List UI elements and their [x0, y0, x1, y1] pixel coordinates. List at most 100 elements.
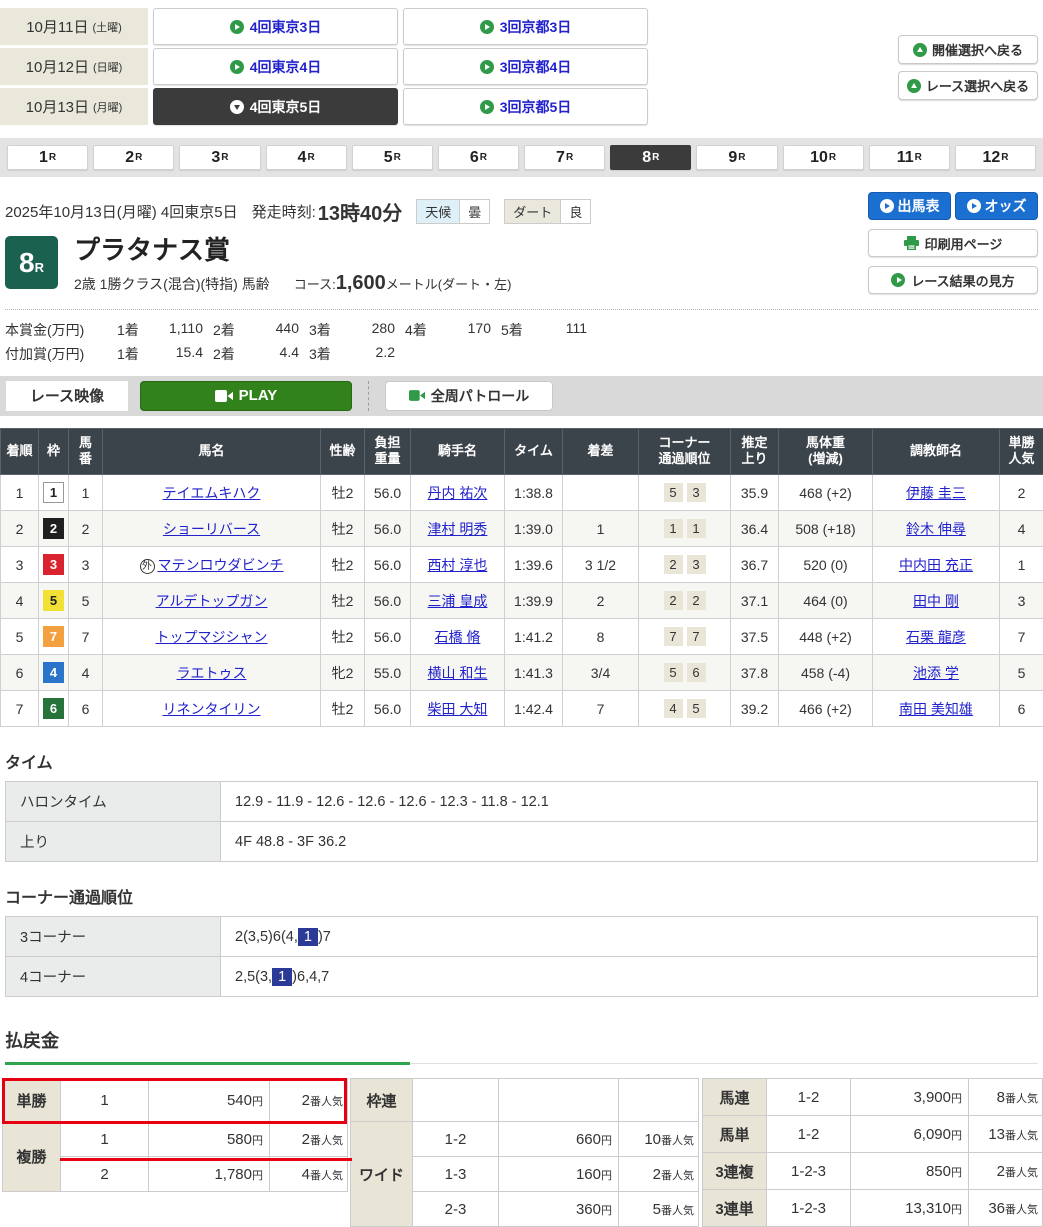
- fukusho-number: 2: [61, 1157, 149, 1192]
- place-label: 3着: [309, 344, 341, 364]
- trainer-link[interactable]: 田中 剛: [913, 593, 959, 609]
- jockey-link[interactable]: 横山 和生: [428, 665, 488, 681]
- wide-amount: 660: [576, 1131, 601, 1148]
- tab-suffix: R: [135, 152, 142, 163]
- meeting-button-kyoto4[interactable]: 3回京都4日: [403, 48, 648, 85]
- tab-suffix: R: [480, 152, 487, 163]
- tab-2r[interactable]: 2R: [93, 145, 174, 170]
- horse-name-link[interactable]: ラエトゥス: [177, 665, 247, 681]
- video-camera-icon: [409, 390, 425, 401]
- result-row-1: 1 1 1 テイエムキハク 牡2 56.0 丹内 祐次 1:38.8 53 35…: [1, 475, 1043, 511]
- umatan-popularity: 13: [988, 1126, 1005, 1143]
- odds-button[interactable]: オッズ: [955, 192, 1038, 220]
- tab-4r[interactable]: 4R: [266, 145, 347, 170]
- load-weight: 56.0: [365, 475, 411, 511]
- meeting-button-tokyo4[interactable]: 4回東京4日: [153, 48, 398, 85]
- body-weight: 520 (0): [779, 547, 873, 583]
- trainer-link[interactable]: 鈴木 伸尋: [906, 521, 966, 537]
- corner-order-text: )7: [318, 929, 331, 945]
- popularity-suffix: 番人気: [661, 1205, 694, 1217]
- result-row-2: 2 2 2 ショーリバース 牡2 56.0 津村 明秀 1:39.0 1 11 …: [1, 511, 1043, 547]
- place-label: 4着: [405, 320, 437, 340]
- corner-order-text: 2,5(3,: [235, 969, 272, 985]
- margin: [563, 475, 639, 511]
- horse-name-link[interactable]: マテンロウダビンチ: [158, 557, 284, 573]
- popularity-suffix: 番人気: [661, 1135, 694, 1147]
- horse-name-link[interactable]: トップマジシャン: [156, 629, 268, 645]
- tab-11r[interactable]: 11R: [869, 145, 950, 170]
- trainer-link[interactable]: 伊藤 圭三: [906, 485, 966, 501]
- tab-9r[interactable]: 9R: [696, 145, 777, 170]
- popularity-suffix: 番人気: [310, 1170, 343, 1182]
- horse-name-link[interactable]: ショーリバース: [163, 521, 260, 537]
- trainer-link[interactable]: 石栗 龍彦: [906, 629, 966, 645]
- date-text: 10月12日: [26, 56, 89, 77]
- last3f: 36.4: [731, 511, 779, 547]
- horse-name-link[interactable]: テイエムキハク: [163, 485, 261, 501]
- trainer-link[interactable]: 南田 美知雄: [899, 701, 973, 717]
- date-label: 10月11日 (土曜): [0, 8, 148, 45]
- tab-7r[interactable]: 7R: [524, 145, 605, 170]
- course-suffix: メートル(ダート・左): [386, 274, 512, 293]
- jockey-link[interactable]: 丹内 祐次: [428, 485, 488, 501]
- race-number-badge: 8 R: [5, 236, 58, 289]
- jockey-link[interactable]: 西村 淳也: [428, 557, 488, 573]
- back-to-race-button[interactable]: レース選択へ戻る: [898, 71, 1038, 100]
- trainer-link[interactable]: 中内田 充正: [899, 557, 973, 573]
- odds-label: オッズ: [985, 196, 1027, 216]
- print-page-button[interactable]: 印刷用ページ: [868, 229, 1038, 257]
- patrol-video-button[interactable]: 全周パトロール: [385, 381, 553, 411]
- place-label: 1着: [117, 320, 149, 340]
- tab-number: 3: [211, 149, 220, 167]
- payout-title: 払戻金: [5, 1027, 1038, 1053]
- tab-6r[interactable]: 6R: [438, 145, 519, 170]
- tab-10r[interactable]: 10R: [783, 145, 864, 170]
- tab-12r[interactable]: 12R: [955, 145, 1036, 170]
- sex-age: 牝2: [321, 655, 365, 691]
- meeting-button-kyoto3[interactable]: 3回京都3日: [403, 8, 648, 45]
- meeting-button-label: 3回京都5日: [500, 97, 572, 117]
- fukusho-row-1: 複勝 1 580円 2番人気: [3, 1122, 348, 1157]
- corner-pos: 5: [687, 699, 706, 718]
- jockey-link[interactable]: 津村 明秀: [428, 521, 488, 537]
- umaren-amount: 3,900: [913, 1089, 951, 1106]
- prize-value: 15.4: [149, 344, 213, 364]
- horse-name-link[interactable]: アルデトップガン: [156, 593, 268, 609]
- result-row-5: 5 7 7 トップマジシャン 牡2 56.0 石橋 脩 1:41.2 8 77 …: [1, 619, 1043, 655]
- corner-pos: 2: [687, 591, 706, 610]
- meeting-button-tokyo3[interactable]: 4回東京3日: [153, 8, 398, 45]
- horse-name-link[interactable]: リネンタイリン: [163, 701, 261, 717]
- tab-suffix: R: [394, 152, 401, 163]
- corner-pos: 2: [664, 555, 683, 574]
- fukusho-popularity: 4: [302, 1166, 310, 1183]
- trainer-link[interactable]: 池添 学: [913, 665, 959, 681]
- tab-5r[interactable]: 5R: [352, 145, 433, 170]
- umatan-number: 1-2: [767, 1116, 851, 1153]
- margin: 3/4: [563, 655, 639, 691]
- added-prize-label: 付加賞(万円): [5, 344, 117, 364]
- date-label: 10月12日 (日曜): [0, 48, 148, 85]
- arrow-right-icon: [967, 199, 981, 213]
- tab-3r[interactable]: 3R: [179, 145, 260, 170]
- tab-1r[interactable]: 1R: [7, 145, 88, 170]
- meeting-button-label: 4回東京3日: [250, 17, 322, 37]
- result-guide-button[interactable]: レース結果の見方: [868, 266, 1038, 294]
- shutsuba-button[interactable]: 出馬表: [868, 192, 951, 220]
- back-to-meeting-button[interactable]: 開催選択へ戻る: [898, 35, 1038, 64]
- finish-time: 1:39.9: [505, 583, 563, 619]
- jockey-link[interactable]: 石橋 脩: [435, 629, 481, 645]
- jockey-link[interactable]: 三浦 皇成: [428, 593, 488, 609]
- tab-number: 8: [642, 149, 651, 167]
- prize-value: 4.4: [245, 344, 309, 364]
- fukusho-amount: 580: [227, 1131, 252, 1148]
- start-time-label: 発走時刻:: [252, 201, 316, 222]
- margin: 8: [563, 619, 639, 655]
- yen-suffix: 円: [951, 1130, 962, 1142]
- meeting-button-tokyo5-active[interactable]: 4回東京5日: [153, 88, 398, 125]
- jockey-link[interactable]: 柴田 大知: [428, 701, 488, 717]
- popularity-suffix: 番人気: [1005, 1167, 1038, 1179]
- play-button[interactable]: PLAY: [140, 381, 352, 411]
- tab-8r-active[interactable]: 8R: [610, 145, 691, 170]
- agari-times: 4F 48.8 - 3F 36.2: [221, 822, 1038, 862]
- meeting-button-kyoto5[interactable]: 3回京都5日: [403, 88, 648, 125]
